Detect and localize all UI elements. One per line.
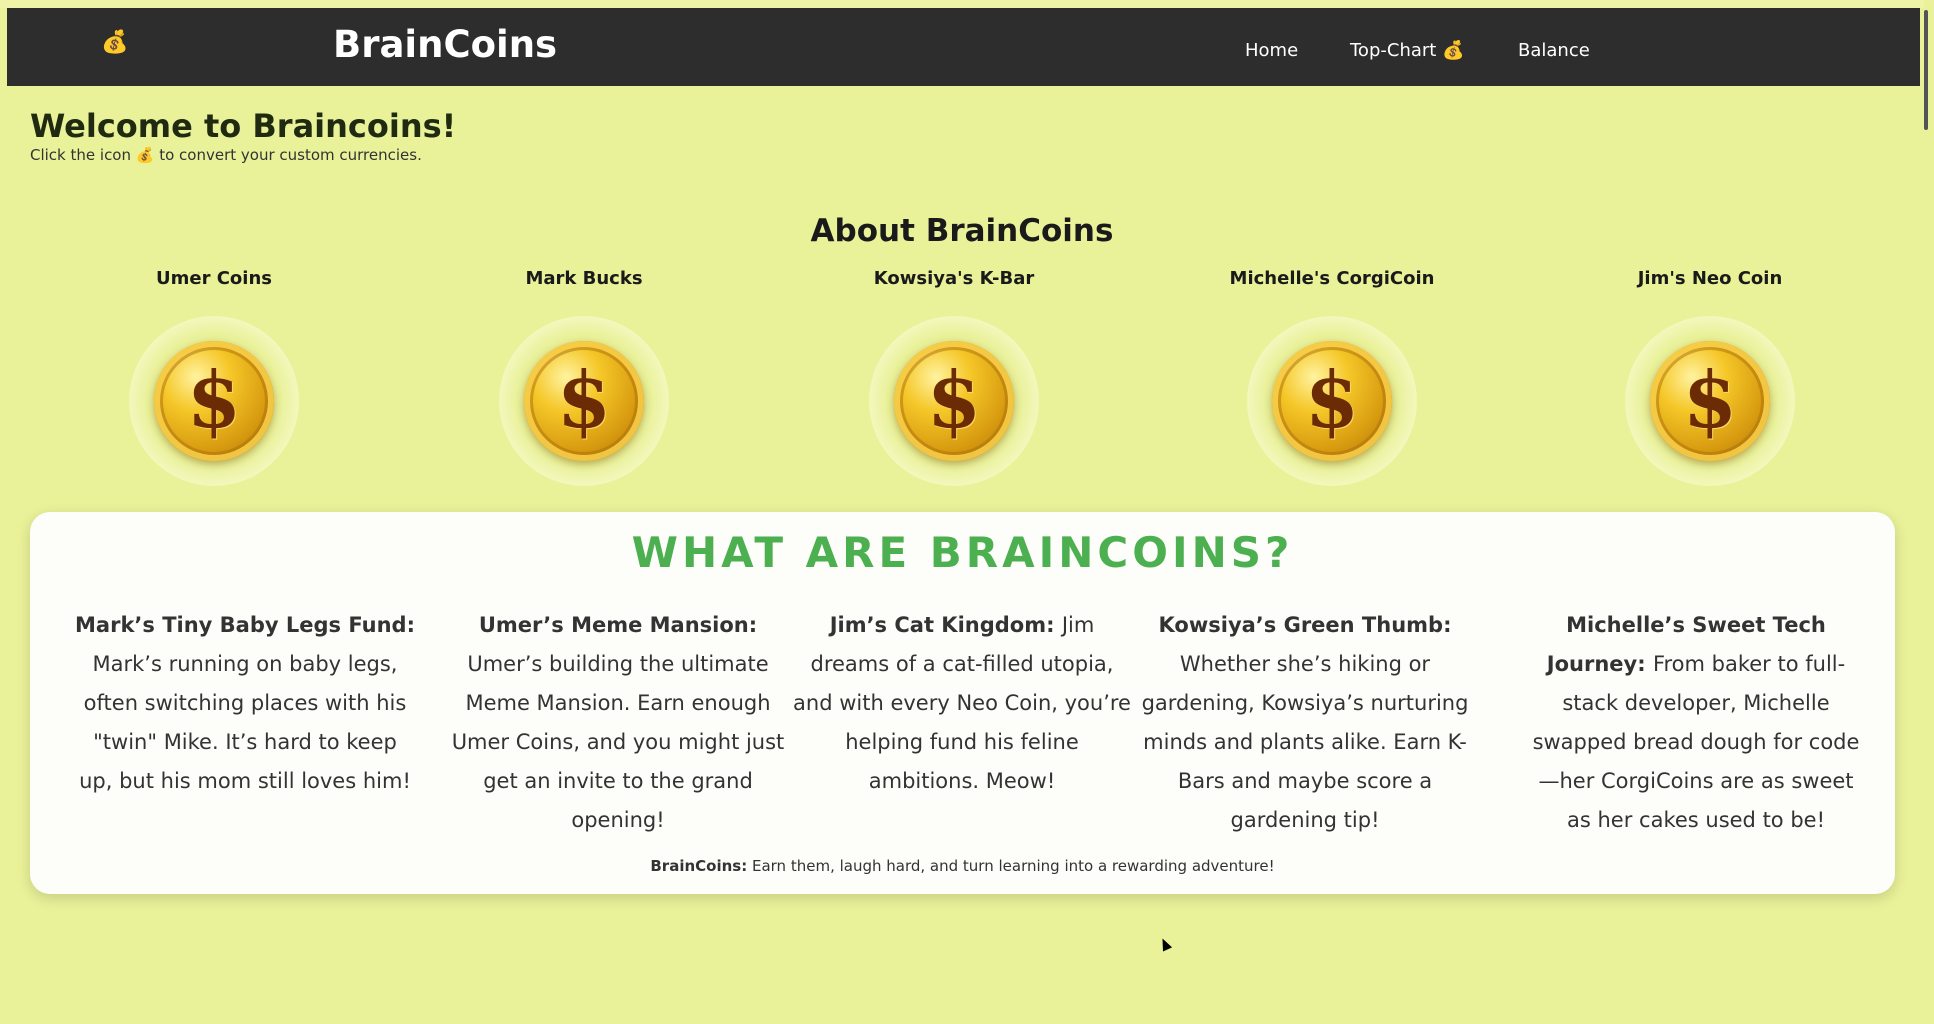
nav-home[interactable]: Home bbox=[1245, 42, 1298, 60]
coin-symbol: $ bbox=[556, 355, 612, 446]
dollar-coin-icon: $ bbox=[894, 341, 1014, 461]
story-text: Mark’s running on baby legs, often switc… bbox=[79, 652, 411, 793]
footer-text: Earn them, laugh hard, and turn learning… bbox=[747, 857, 1275, 875]
coin-symbol: $ bbox=[926, 355, 982, 446]
panel-footer: BrainCoins: Earn them, laugh hard, and t… bbox=[30, 859, 1895, 874]
dollar-coin-icon: $ bbox=[154, 341, 274, 461]
story-mark: Mark’s Tiny Baby Legs Fund: Mark’s runni… bbox=[75, 606, 415, 801]
story-heading: Mark’s Tiny Baby Legs Fund: bbox=[75, 613, 415, 637]
story-text: Jim dreams of a cat-filled utopia, and w… bbox=[793, 613, 1131, 793]
welcome-title: Welcome to Braincoins! bbox=[30, 107, 457, 145]
dollar-coin-icon: $ bbox=[524, 341, 644, 461]
coin-name[interactable]: Kowsiya's K-Bar bbox=[824, 270, 1084, 288]
panel-title: WHAT ARE BRAINCOINS? bbox=[631, 528, 1294, 577]
coin-icon-button[interactable]: $ bbox=[1625, 316, 1795, 486]
coin-card-umer: Umer Coins $ bbox=[84, 270, 344, 486]
scrollbar-thumb[interactable] bbox=[1924, 10, 1928, 130]
what-are-braincoins-panel: WHAT ARE BRAINCOINS? Mark’s Tiny Baby Le… bbox=[30, 512, 1895, 894]
coin-card-mark: Mark Bucks $ bbox=[454, 270, 714, 486]
coin-card-kowsiya: Kowsiya's K-Bar $ bbox=[824, 270, 1084, 486]
nav-top-chart[interactable]: Top-Chart 💰 bbox=[1350, 42, 1464, 60]
story-text: Umer’s building the ultimate Meme Mansio… bbox=[451, 652, 785, 832]
story-jim: Jim’s Cat Kingdom: Jim dreams of a cat-f… bbox=[792, 606, 1132, 801]
coin-symbol: $ bbox=[1304, 355, 1360, 446]
welcome-subtitle: Click the icon 💰 to convert your custom … bbox=[30, 146, 422, 164]
money-bag-icon[interactable]: 💰 bbox=[101, 32, 128, 54]
navbar: 💰 BrainCoins Home Top-Chart 💰 Balance bbox=[7, 8, 1920, 86]
brand-title[interactable]: BrainCoins bbox=[333, 26, 557, 63]
mouse-cursor-icon bbox=[1157, 936, 1173, 952]
story-umer: Umer’s Meme Mansion: Umer’s building the… bbox=[448, 606, 788, 840]
top-strip bbox=[0, 0, 1934, 8]
coin-symbol: $ bbox=[186, 355, 242, 446]
story-text: Whether she’s hiking or gardening, Kowsi… bbox=[1141, 652, 1469, 832]
story-heading: Jim’s Cat Kingdom: bbox=[829, 613, 1062, 637]
coin-name[interactable]: Michelle's CorgiCoin bbox=[1202, 270, 1462, 288]
coin-icon-button[interactable]: $ bbox=[869, 316, 1039, 486]
coin-card-michelle: Michelle's CorgiCoin $ bbox=[1202, 270, 1462, 486]
coin-icon-button[interactable]: $ bbox=[499, 316, 669, 486]
about-title: About BrainCoins bbox=[810, 213, 1114, 249]
scrollbar-track[interactable] bbox=[1924, 0, 1934, 1024]
coin-icon-button[interactable]: $ bbox=[1247, 316, 1417, 486]
coin-name[interactable]: Mark Bucks bbox=[454, 270, 714, 288]
nav-balance[interactable]: Balance bbox=[1518, 42, 1590, 60]
dollar-coin-icon: $ bbox=[1272, 341, 1392, 461]
coin-icon-button[interactable]: $ bbox=[129, 316, 299, 486]
story-heading: Kowsiya’s Green Thumb: bbox=[1158, 613, 1452, 637]
coin-name[interactable]: Jim's Neo Coin bbox=[1580, 270, 1840, 288]
coin-name[interactable]: Umer Coins bbox=[84, 270, 344, 288]
story-text: From baker to full-stack developer, Mich… bbox=[1532, 652, 1860, 832]
coin-symbol: $ bbox=[1682, 355, 1738, 446]
footer-bold: BrainCoins: bbox=[650, 857, 748, 875]
dollar-coin-icon: $ bbox=[1650, 341, 1770, 461]
story-kowsiya: Kowsiya’s Green Thumb: Whether she’s hik… bbox=[1135, 606, 1475, 840]
story-michelle: Michelle’s Sweet Tech Journey: From bake… bbox=[1526, 606, 1866, 840]
coin-card-jim: Jim's Neo Coin $ bbox=[1580, 270, 1840, 486]
story-heading: Umer’s Meme Mansion: bbox=[478, 613, 758, 637]
